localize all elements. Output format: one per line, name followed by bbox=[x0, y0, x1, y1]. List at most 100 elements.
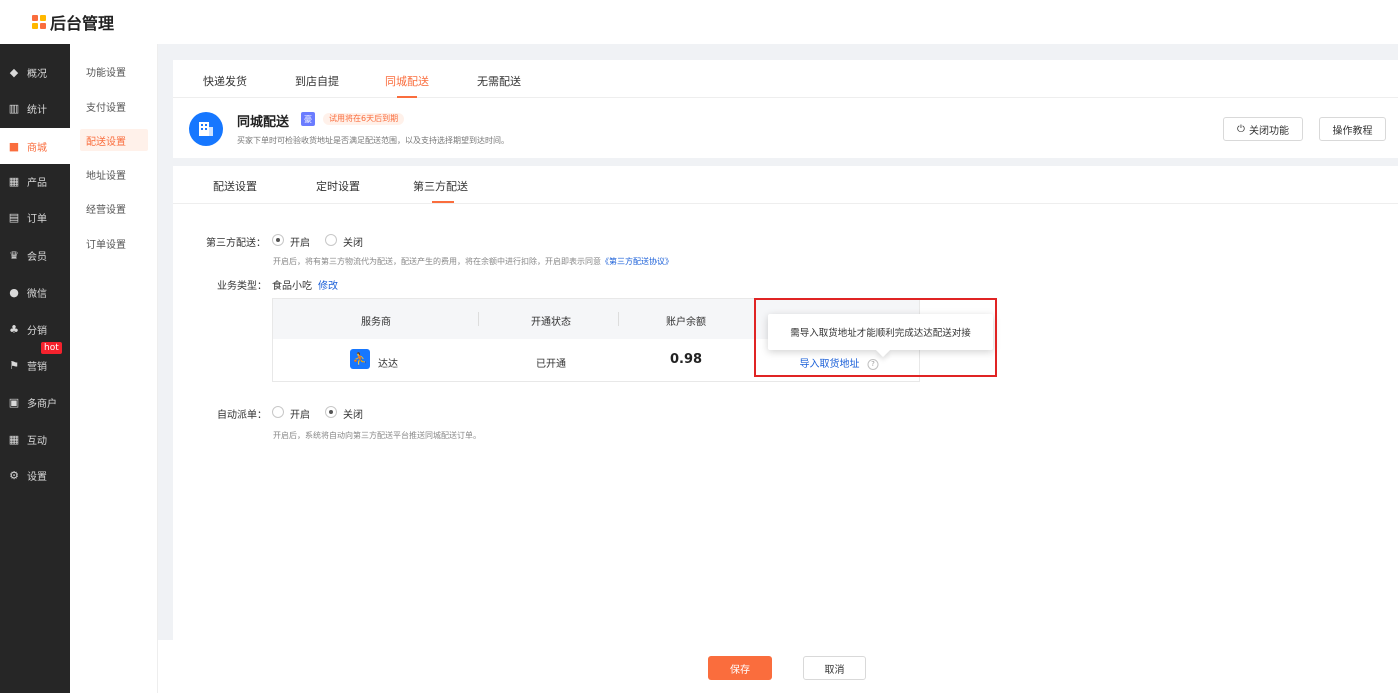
provider-name: 达达 bbox=[378, 359, 398, 370]
delivery-settings-card: 配送设置 定时设置 第三方配送 第三方配送： 开启 关闭 开启后，将有第三方物流… bbox=[173, 166, 1398, 644]
close-feature-label: 关闭功能 bbox=[1248, 125, 1289, 137]
radio-label: 开启 bbox=[290, 238, 310, 249]
third-party-hint: 开启后，将有第三方物流代为配送，配送产生的费用，将在余额中进行扣除，开启即表示同… bbox=[273, 256, 673, 267]
main-sidebar: ◆ 概况 ▥ 统计 ■ 商城 ▦ 产品 ▤ 订单 ♛ 会员 ● 微信 ♣ 分销 bbox=[0, 44, 70, 693]
sidebar-item-member[interactable]: ♛ 会员 bbox=[0, 237, 70, 273]
tab-third-party[interactable]: 第三方配送 bbox=[413, 178, 468, 194]
hot-badge: hot bbox=[41, 342, 62, 354]
header-status: 开通状态 bbox=[531, 317, 571, 328]
column-divider bbox=[618, 312, 619, 326]
auto-dispatch-label: 自动派单： bbox=[217, 410, 267, 421]
sidebar-item-stats[interactable]: ▥ 统计 bbox=[0, 90, 70, 126]
sidebar-item-marketing[interactable]: hot ⚑ 营销 bbox=[0, 342, 70, 383]
distribution-icon: ♣ bbox=[9, 322, 19, 336]
crown-icon: ♛ bbox=[9, 248, 19, 262]
business-type-label: 业务类型： bbox=[217, 281, 267, 292]
third-party-on-radio[interactable] bbox=[272, 234, 284, 246]
sidebar-item-label: 营销 bbox=[27, 361, 47, 373]
power-icon: ⏻ bbox=[1237, 123, 1245, 135]
third-party-off-radio[interactable] bbox=[325, 234, 337, 246]
subnav-item-business[interactable]: 经营设置 bbox=[80, 197, 148, 219]
feature-title: 同城配送 bbox=[237, 115, 290, 130]
sidebar-item-label: 互动 bbox=[27, 435, 47, 447]
sidebar-item-label: 统计 bbox=[27, 104, 47, 116]
main-content: 快递发货 到店自提 同城配送 无需配送 同城配送 豪 试用将在6天后到期 买家下… bbox=[158, 44, 1398, 693]
app-title: 后台管理 bbox=[50, 14, 115, 33]
product-icon: ▦ bbox=[8, 174, 20, 188]
delivery-method-tabs: 快递发货 到店自提 同城配送 无需配送 bbox=[173, 60, 1398, 98]
active-tab-underline bbox=[432, 201, 454, 203]
sidebar-item-interaction[interactable]: ▦ 互动 bbox=[0, 421, 70, 457]
provider-balance: 0.98 bbox=[669, 352, 703, 367]
feature-description: 买家下单时可检验收货地址是否满足配送范围，以及支持选择期望到达时间。 bbox=[237, 136, 509, 145]
active-tab-underline bbox=[397, 96, 417, 98]
wechat-icon: ● bbox=[9, 285, 19, 299]
sidebar-item-wechat[interactable]: ● 微信 bbox=[0, 274, 70, 310]
tutorial-button[interactable]: 操作教程 bbox=[1319, 117, 1386, 141]
sidebar-item-product[interactable]: ▦ 产品 bbox=[0, 163, 70, 199]
subnav-item-function[interactable]: 功能设置 bbox=[80, 60, 148, 82]
radio-label: 开启 bbox=[290, 410, 310, 421]
cancel-button[interactable]: 取消 bbox=[803, 656, 866, 680]
sub-navigation: 功能设置 支付设置 配送设置 地址设置 经营设置 订单设置 bbox=[70, 44, 158, 693]
agreement-link[interactable]: 《第三方配送协议》 bbox=[601, 257, 673, 266]
sidebar-item-shop[interactable]: ■ 商城 bbox=[0, 128, 70, 164]
sidebar-item-settings[interactable]: ⚙ 设置 bbox=[0, 457, 70, 493]
tab-delivery-settings[interactable]: 配送设置 bbox=[213, 178, 257, 194]
subnav-item-orders[interactable]: 订单设置 bbox=[80, 232, 148, 254]
save-button[interactable]: 保存 bbox=[708, 656, 772, 680]
sidebar-item-label: 多商户 bbox=[27, 398, 57, 410]
app-root: 后台管理 ◆ 概况 ▥ 统计 ■ 商城 ▦ 产品 ▤ 订单 ♛ 会员 ● 微信 … bbox=[0, 0, 1398, 693]
order-icon: ▤ bbox=[8, 210, 20, 224]
delivery-feature-card: 快递发货 到店自提 同城配送 无需配送 同城配送 豪 试用将在6天后到期 买家下… bbox=[173, 60, 1398, 158]
sidebar-item-label: 概况 bbox=[27, 68, 47, 80]
vip-badge: 豪 bbox=[301, 112, 315, 126]
header-provider: 服务商 bbox=[361, 317, 391, 328]
business-type-value: 食品小吃 bbox=[272, 281, 312, 292]
subnav-item-address[interactable]: 地址设置 bbox=[80, 163, 148, 185]
radio-label: 关闭 bbox=[343, 410, 363, 421]
logo-icon bbox=[32, 15, 46, 29]
sidebar-item-label: 商城 bbox=[27, 142, 47, 154]
shop-icon: ■ bbox=[8, 139, 20, 153]
question-icon[interactable]: ? bbox=[867, 358, 879, 370]
radio-label: 关闭 bbox=[343, 238, 363, 249]
tab-no-delivery[interactable]: 无需配送 bbox=[477, 73, 521, 89]
import-address-tooltip: 需导入取货地址才能顺利完成达达配送对接 bbox=[768, 314, 993, 350]
merchant-icon: ▣ bbox=[8, 395, 20, 409]
auto-dispatch-on-radio[interactable] bbox=[272, 406, 284, 418]
tab-timing-settings[interactable]: 定时设置 bbox=[316, 178, 360, 194]
header-balance: 账户余额 bbox=[666, 317, 706, 328]
sidebar-item-label: 订单 bbox=[27, 213, 47, 225]
trial-tag: 试用将在6天后到期 bbox=[323, 113, 405, 125]
app-logo: 后台管理 bbox=[32, 10, 114, 34]
sidebar-item-overview[interactable]: ◆ 概况 bbox=[0, 54, 70, 90]
sidebar-item-label: 微信 bbox=[27, 288, 47, 300]
third-party-hint-text: 开启后，将有第三方物流代为配送，配送产生的费用，将在余额中进行扣除，开启即表示同… bbox=[273, 257, 601, 266]
import-address-link[interactable]: 导入取货地址 bbox=[800, 359, 860, 370]
sidebar-item-merchant[interactable]: ▣ 多商户 bbox=[0, 384, 70, 420]
subnav-item-delivery[interactable]: 配送设置 bbox=[80, 129, 148, 151]
chart-icon: ▥ bbox=[8, 101, 20, 115]
overview-icon: ◆ bbox=[9, 65, 19, 79]
tab-local-delivery[interactable]: 同城配送 bbox=[385, 73, 429, 89]
tab-express[interactable]: 快递发货 bbox=[203, 73, 247, 89]
sidebar-item-label: 会员 bbox=[27, 251, 47, 263]
sidebar-item-label: 分销 bbox=[27, 325, 47, 337]
auto-dispatch-off-radio[interactable] bbox=[325, 406, 337, 418]
interaction-icon: ▦ bbox=[8, 432, 20, 446]
column-divider bbox=[478, 312, 479, 326]
provider-status: 已开通 bbox=[536, 359, 566, 370]
gear-icon: ⚙ bbox=[9, 468, 19, 482]
subnav-item-payment[interactable]: 支付设置 bbox=[80, 95, 148, 117]
edit-business-type-link[interactable]: 修改 bbox=[318, 277, 338, 292]
flag-icon: ⚑ bbox=[9, 358, 19, 372]
close-feature-button[interactable]: ⏻ 关闭功能 bbox=[1223, 117, 1303, 141]
sidebar-item-order[interactable]: ▤ 订单 bbox=[0, 199, 70, 235]
sidebar-item-label: 设置 bbox=[27, 471, 47, 483]
sidebar-item-label: 产品 bbox=[27, 177, 47, 189]
tab-pickup[interactable]: 到店自提 bbox=[295, 73, 339, 89]
import-address-cell: 导入取货地址? bbox=[800, 355, 879, 370]
top-header: 后台管理 bbox=[0, 0, 1398, 44]
auto-dispatch-hint: 开启后，系统将自动向第三方配送平台推送同城配送订单。 bbox=[273, 431, 481, 440]
